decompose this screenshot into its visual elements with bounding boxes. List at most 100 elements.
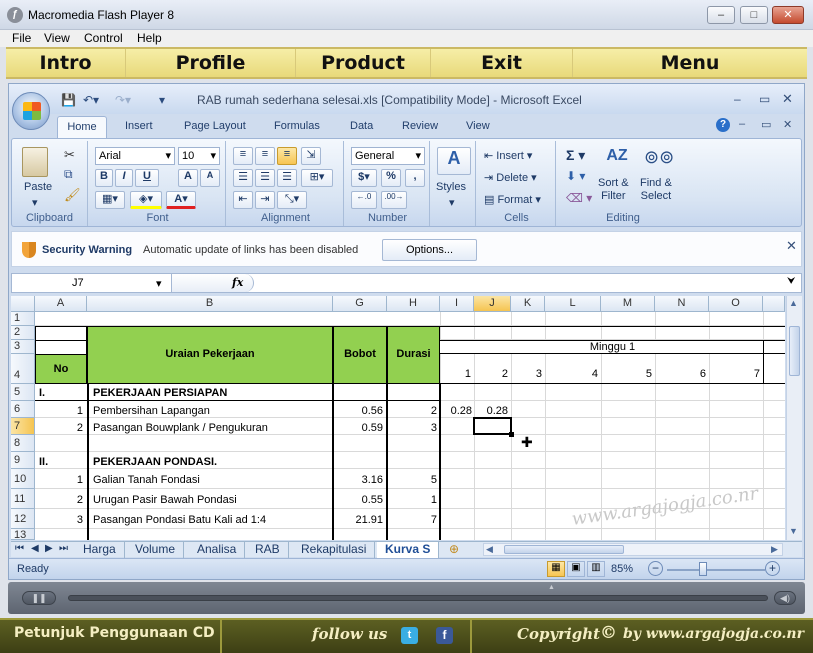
workbook-restore-icon[interactable]: ▭ — [761, 118, 771, 131]
cell-h12[interactable]: 7 — [387, 514, 437, 526]
currency-button[interactable]: $▾ — [351, 169, 377, 187]
cell-a5[interactable]: I. — [39, 387, 45, 399]
column-header-h[interactable]: H — [387, 296, 440, 312]
insert-sheet-icon[interactable]: ⊕ — [449, 542, 459, 556]
format-painter-icon[interactable]: 🖌 — [64, 187, 81, 203]
sheet-last-icon[interactable]: ⏭ — [59, 543, 68, 554]
twitter-icon[interactable]: t — [401, 627, 418, 644]
undo-icon[interactable]: ↶▾ — [83, 93, 99, 107]
row-header-4[interactable]: 4 — [11, 354, 35, 384]
excel-close-icon[interactable]: ✕ — [782, 91, 793, 107]
scroll-up-icon[interactable]: ▲ — [789, 298, 798, 308]
workbook-minimize-icon[interactable]: – — [739, 118, 745, 130]
find-select-button[interactable]: Find & Select — [640, 177, 672, 203]
redo-icon[interactable]: ↷▾ — [115, 93, 131, 107]
excel-restore-icon[interactable]: ▭ — [759, 92, 770, 106]
expand-formula-icon[interactable]: ⮟ — [787, 276, 796, 287]
tab-formulas[interactable]: Formulas — [274, 120, 320, 132]
sort-filter-button[interactable]: Sort & Filter — [598, 177, 629, 203]
nav-intro[interactable]: Intro — [6, 49, 126, 77]
row-header-1[interactable]: 1 — [11, 312, 35, 326]
normal-view-icon[interactable]: ▦ — [547, 561, 565, 577]
row-header-12[interactable]: 12 — [11, 509, 35, 529]
week-4[interactable]: 4 — [545, 368, 601, 380]
align-center-icon[interactable]: ☰ — [255, 169, 275, 187]
tab-view[interactable]: View — [466, 120, 490, 132]
cell-g10[interactable]: 3.16 — [333, 474, 383, 486]
decrease-decimal-icon[interactable]: .00→ — [381, 191, 407, 209]
horizontal-scrollbar[interactable]: ◀ ▶ — [483, 543, 783, 556]
minimize-icon[interactable]: – — [707, 6, 735, 24]
options-button[interactable]: Options... — [382, 239, 477, 261]
cell-b5[interactable]: PEKERJAAN PERSIAPAN — [93, 387, 227, 399]
row-header-10[interactable]: 10 — [11, 469, 35, 489]
page-break-view-icon[interactable]: ▥ — [587, 561, 605, 577]
number-format-select[interactable]: General ▾ — [351, 147, 425, 165]
row-header-3[interactable]: 3 — [11, 340, 35, 354]
merge-center-icon[interactable]: ⊞▾ — [301, 169, 333, 187]
cell-g6[interactable]: 0.56 — [333, 405, 383, 417]
column-header-l[interactable]: L — [545, 296, 601, 312]
cell-i6[interactable]: 0.28 — [440, 405, 472, 417]
row-header-6[interactable]: 6 — [11, 401, 35, 418]
row-header-9[interactable]: 9 — [11, 452, 35, 469]
styles-dropdown-icon[interactable]: ▾ — [449, 196, 455, 209]
active-cell-j7[interactable] — [473, 417, 512, 435]
tab-home[interactable]: Home — [57, 116, 107, 138]
font-name-select[interactable]: Arial ▾ — [95, 147, 175, 165]
column-header-i[interactable]: I — [440, 296, 474, 312]
autosum-button[interactable]: Σ ▾ — [566, 147, 585, 164]
paste-icon[interactable] — [22, 147, 48, 177]
fill-icon[interactable]: ⬇ ▾ — [566, 169, 585, 183]
tab-review[interactable]: Review — [402, 120, 438, 132]
cell-a6[interactable]: 1 — [35, 405, 83, 417]
tab-page-layout[interactable]: Page Layout — [184, 120, 246, 132]
column-header-k[interactable]: K — [511, 296, 545, 312]
week-3[interactable]: 3 — [511, 368, 545, 380]
menu-help[interactable]: Help — [137, 31, 162, 45]
fill-color-icon[interactable]: ◈▾ — [130, 191, 162, 209]
week-5[interactable]: 5 — [601, 368, 655, 380]
align-top-icon[interactable]: ≡ — [233, 147, 253, 165]
increase-indent-icon[interactable]: ⇥ — [255, 191, 275, 209]
column-header-b[interactable]: B — [87, 296, 333, 312]
scroll-down-icon[interactable]: ▼ — [789, 526, 798, 536]
paste-dropdown-icon[interactable]: ▾ — [32, 196, 38, 209]
site-link[interactable]: by www.argajogja.co.nr — [623, 626, 804, 642]
cell-j6[interactable]: 0.28 — [474, 405, 508, 417]
wrap-text-icon[interactable]: ⇲ — [301, 147, 321, 165]
delete-cells-button[interactable]: ⇥ Delete ▾ — [484, 171, 537, 184]
page-layout-view-icon[interactable]: ▣ — [567, 561, 585, 577]
cell-g12[interactable]: 21.91 — [333, 514, 383, 526]
paste-button[interactable]: Paste — [24, 181, 52, 193]
sheet-tab-rekapitulasi[interactable]: Rekapitulasi — [293, 542, 376, 558]
cell-h6[interactable]: 2 — [387, 405, 437, 417]
underline-button[interactable]: U — [135, 169, 159, 187]
workbook-close-icon[interactable]: ✕ — [783, 118, 792, 131]
zoom-level[interactable]: 85% — [611, 563, 633, 575]
nav-menu[interactable]: Menu — [573, 49, 807, 77]
menu-control[interactable]: Control — [84, 31, 123, 45]
seek-marker-icon[interactable]: ▲ — [548, 584, 555, 591]
nav-exit[interactable]: Exit — [431, 49, 573, 77]
bold-button[interactable]: B — [95, 169, 113, 187]
row-header-13[interactable]: 13 — [11, 529, 35, 540]
nav-product[interactable]: Product — [296, 49, 431, 77]
format-cells-button[interactable]: ▤ Format ▾ — [484, 193, 541, 206]
guide-link[interactable]: Petunjuk Penggunaan CD — [14, 625, 215, 641]
cell-h11[interactable]: 1 — [387, 494, 437, 506]
nav-profile[interactable]: Profile — [126, 49, 296, 77]
cut-icon[interactable]: ✂ — [64, 147, 75, 163]
borders-icon[interactable]: ▦▾ — [95, 191, 125, 209]
grow-font-button[interactable]: A — [178, 169, 198, 187]
align-left-icon[interactable]: ☰ — [233, 169, 253, 187]
column-header-g[interactable]: G — [333, 296, 387, 312]
cell-g11[interactable]: 0.55 — [333, 494, 383, 506]
row-header-5[interactable]: 5 — [11, 384, 35, 401]
shrink-font-button[interactable]: A — [200, 169, 220, 187]
zoom-slider-thumb[interactable] — [699, 562, 707, 576]
cell-g7[interactable]: 0.59 — [333, 422, 383, 434]
sheet-tab-harga[interactable]: Harga — [75, 542, 125, 558]
zoom-slider[interactable] — [667, 569, 765, 571]
align-middle-icon[interactable]: ≡ — [255, 147, 275, 165]
